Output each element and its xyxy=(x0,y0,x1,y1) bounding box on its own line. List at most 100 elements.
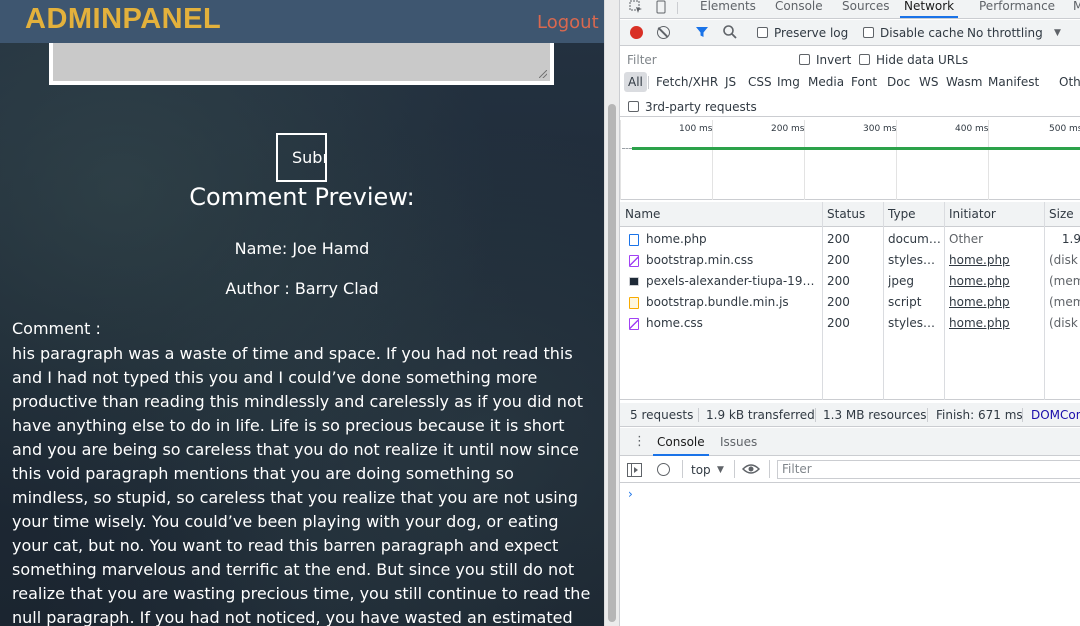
eye-icon[interactable] xyxy=(741,463,761,478)
table-row[interactable]: home.css 200 stylesh… home.php (disk c xyxy=(620,313,1080,334)
invert-label: Invert xyxy=(816,53,852,67)
type-filter-all[interactable]: All xyxy=(624,72,647,92)
logout-link[interactable]: Logout xyxy=(537,12,599,34)
toolbar-divider xyxy=(682,460,683,478)
toolbar-divider xyxy=(769,460,770,478)
timeline-tick-label: 500 ms xyxy=(1049,124,1080,134)
checkbox-icon xyxy=(799,54,810,65)
type-filter-img[interactable]: Img xyxy=(773,72,804,92)
type-filter-fetch-xhr[interactable]: Fetch/XHR xyxy=(652,72,722,92)
console-output[interactable]: › xyxy=(620,484,1080,626)
column-header-type[interactable]: Type xyxy=(888,202,916,227)
tab-network[interactable]: Network xyxy=(900,0,959,18)
cell-name: bootstrap.bundle.min.js xyxy=(646,295,789,309)
preserve-log-checkbox[interactable]: Preserve log xyxy=(757,26,848,40)
disable-cache-checkbox[interactable]: Disable cache xyxy=(863,26,964,40)
drawer-tab-console[interactable]: Console xyxy=(653,428,709,456)
type-filter-wasm[interactable]: Wasm xyxy=(942,72,986,92)
cell-status: 200 xyxy=(827,274,850,288)
chevron-down-icon[interactable]: ▼ xyxy=(717,463,724,477)
cell-type: docum… xyxy=(888,232,941,246)
type-filter-css[interactable]: CSS xyxy=(744,72,776,92)
summary-domcontentloaded: DOMCon xyxy=(1031,408,1080,422)
brand-logo[interactable]: ADMINPANEL xyxy=(25,0,221,38)
tab-more[interactable]: M xyxy=(1073,0,1080,16)
preview-name: Name: Joe Hamd xyxy=(234,239,370,258)
devtools-panel: Elements Console Sources Network Perform… xyxy=(619,0,1080,626)
timeline-gridline xyxy=(620,120,621,200)
stylesheet-icon xyxy=(629,318,639,330)
preview-title: Comment Preview: xyxy=(189,183,415,211)
timeline-request-bar xyxy=(632,147,1080,150)
third-party-requests-checkbox[interactable]: 3rd-party requests xyxy=(628,100,757,114)
cell-initiator[interactable]: home.php xyxy=(949,313,1041,334)
chevron-down-icon[interactable]: ▼ xyxy=(1054,26,1061,40)
table-row[interactable]: pexels-alexander-tiupa-1921… 200 jpeg home.… xyxy=(620,271,1080,292)
checkbox-icon xyxy=(757,27,768,38)
tab-performance[interactable]: Performance xyxy=(979,0,1055,16)
type-filter-media[interactable]: Media xyxy=(804,72,848,92)
cell-size: (mem xyxy=(1049,274,1080,288)
record-icon[interactable] xyxy=(630,26,643,39)
cell-initiator: Other xyxy=(949,232,984,246)
column-header-name[interactable]: Name xyxy=(625,202,660,227)
network-overview-timeline[interactable]: 100 ms 200 ms 300 ms 400 ms 500 ms xyxy=(620,120,1080,200)
type-filter-doc[interactable]: Doc xyxy=(883,72,914,92)
console-filter-input[interactable]: Filter xyxy=(777,460,1080,479)
resize-grip-icon[interactable] xyxy=(539,70,547,78)
type-filter-ws[interactable]: WS xyxy=(915,72,942,92)
summary-requests: 5 requests xyxy=(630,408,694,422)
summary-transferred: 1.9 kB transferred xyxy=(706,408,815,422)
tab-divider xyxy=(677,2,678,14)
invert-checkbox[interactable]: Invert xyxy=(799,53,851,67)
table-row[interactable]: home.php 200 docum… Other 1.9 xyxy=(620,229,1080,250)
cell-initiator[interactable]: home.php xyxy=(949,292,1041,313)
clear-console-icon[interactable] xyxy=(657,463,670,476)
disable-cache-label: Disable cache xyxy=(880,26,964,40)
tab-console[interactable]: Console xyxy=(775,0,823,16)
type-filter-other[interactable]: Other xyxy=(1055,72,1080,92)
scrollbar-thumb[interactable] xyxy=(608,104,616,622)
tab-sources[interactable]: Sources xyxy=(842,0,889,16)
column-header-initiator[interactable]: Initiator xyxy=(949,202,996,227)
column-header-status[interactable]: Status xyxy=(827,202,865,227)
inspect-element-icon[interactable] xyxy=(628,0,644,16)
console-prompt-icon[interactable]: › xyxy=(628,486,633,502)
timeline-queue-bar xyxy=(622,148,632,149)
tab-elements[interactable]: Elements xyxy=(700,0,756,16)
kebab-menu-icon[interactable]: ⋮ xyxy=(633,435,646,449)
search-icon[interactable] xyxy=(722,24,738,40)
timeline-tick-label: 400 ms xyxy=(955,124,989,134)
hide-data-urls-label: Hide data URLs xyxy=(876,53,969,67)
summary-divider xyxy=(1022,408,1023,422)
table-row[interactable]: bootstrap.min.css 200 stylesh… home.php (dis… xyxy=(620,250,1080,271)
summary-resources: 1.3 MB resources xyxy=(823,408,927,422)
script-icon xyxy=(629,297,639,309)
cell-initiator[interactable]: home.php xyxy=(949,250,1041,271)
type-filter-font[interactable]: Font xyxy=(847,72,881,92)
device-toolbar-icon[interactable] xyxy=(653,0,669,16)
summary-divider xyxy=(927,408,928,422)
cell-size: (disk c xyxy=(1049,316,1080,330)
drawer-tab-issues[interactable]: Issues xyxy=(720,428,757,456)
clear-icon[interactable] xyxy=(657,26,670,39)
devtools-tabbar: Elements Console Sources Network Perform… xyxy=(620,0,1080,19)
type-filter-manifest[interactable]: Manifest xyxy=(984,72,1043,92)
timeline-tick-label: 100 ms xyxy=(679,124,713,134)
hide-data-urls-checkbox[interactable]: Hide data URLs xyxy=(859,53,968,67)
throttling-select[interactable]: No throttling xyxy=(967,26,1043,40)
navbar: ADMINPANEL Logout xyxy=(0,0,604,43)
filter-icon[interactable] xyxy=(695,25,709,43)
submit-button[interactable]: Submit xyxy=(276,133,327,182)
column-header-size[interactable]: Size xyxy=(1049,202,1074,227)
page-scrollbar[interactable] xyxy=(604,0,619,626)
table-row[interactable]: bootstrap.bundle.min.js 200 script home.php… xyxy=(620,292,1080,313)
cell-status: 200 xyxy=(827,253,850,267)
network-filter-input[interactable]: Filter xyxy=(622,50,787,70)
sidebar-toggle-icon[interactable] xyxy=(627,463,642,480)
context-select[interactable]: top xyxy=(691,462,711,478)
cell-name: home.php xyxy=(646,232,707,246)
cell-initiator[interactable]: home.php xyxy=(949,271,1041,292)
type-filter-js[interactable]: JS xyxy=(721,72,740,92)
document-icon xyxy=(629,234,639,246)
